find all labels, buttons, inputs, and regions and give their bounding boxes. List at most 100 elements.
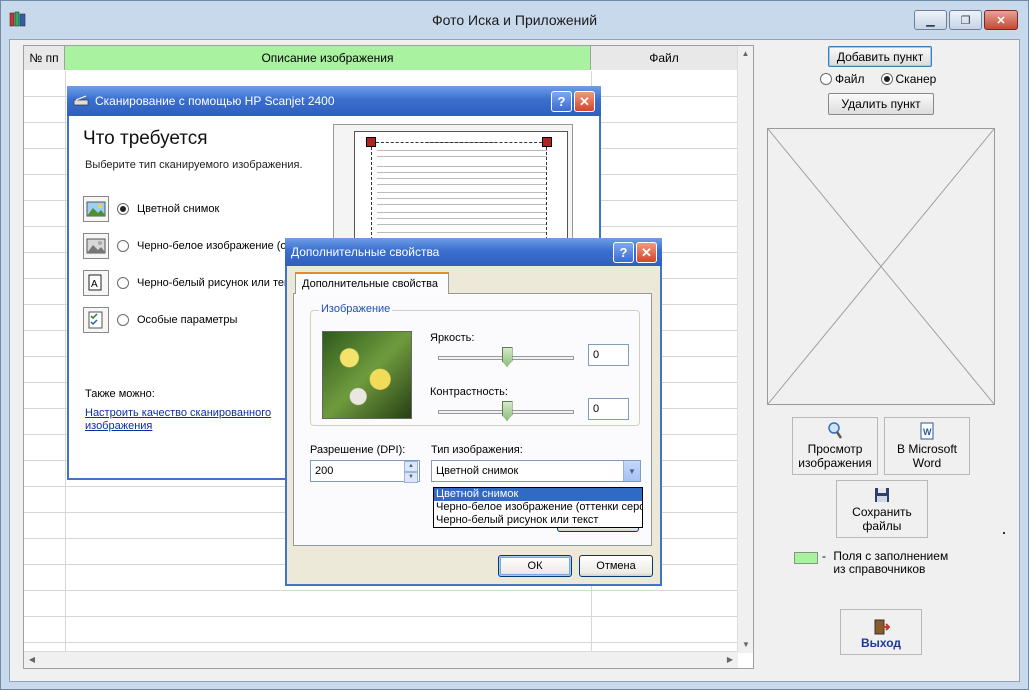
grayscale-photo-icon <box>83 233 109 259</box>
scroll-down-icon[interactable]: ▼ <box>738 637 753 653</box>
scan-help-button[interactable]: ? <box>551 91 572 112</box>
to-word-label: В Microsoft Word <box>896 442 957 470</box>
contrast-label: Контрастность: <box>430 386 508 398</box>
close-button[interactable]: ✕ <box>984 10 1018 30</box>
dpi-value: 200 <box>315 465 334 477</box>
custom-settings-icon <box>83 307 109 333</box>
radio-indicator <box>880 73 893 85</box>
scroll-left-icon[interactable]: ◀ <box>24 652 40 668</box>
scan-option-bw-text[interactable]: A Черно-белый рисунок или текст <box>83 270 299 296</box>
sample-photo <box>322 331 412 419</box>
close-icon: ✕ <box>996 14 1006 27</box>
image-type-label: Тип изображения: <box>431 444 523 456</box>
tab-advanced-properties[interactable]: Дополнительные свойства <box>295 272 449 294</box>
image-type-dropdown[interactable]: Цветной снимок Черно-белое изображение (… <box>433 487 643 528</box>
contrast-input[interactable]: 0 <box>588 398 629 420</box>
column-header-number[interactable]: № пп <box>24 46 65 70</box>
scan-option-label: Цветной снимок <box>137 203 220 215</box>
chevron-down-icon[interactable]: ▼ <box>623 461 640 481</box>
marker-dot <box>1003 532 1005 534</box>
radio-label: Файл <box>835 72 865 86</box>
brightness-input[interactable]: 0 <box>588 344 629 366</box>
delete-item-button[interactable]: Удалить пункт <box>828 93 934 115</box>
properties-close-button[interactable]: ✕ <box>636 242 657 263</box>
add-item-button[interactable]: Добавить пункт <box>828 46 932 67</box>
radio-indicator <box>117 203 129 215</box>
source-file-radio[interactable]: Файл <box>820 72 865 86</box>
advanced-properties-panel: Изображение Яркость: 0 Контрастность: 0 … <box>293 293 652 546</box>
dpi-label: Разрешение (DPI): <box>310 444 406 456</box>
vertical-scrollbar[interactable]: ▲ ▼ <box>737 46 753 653</box>
scan-option-color[interactable]: Цветной снимок <box>83 196 219 222</box>
source-scanner-radio[interactable]: Сканер <box>880 72 937 86</box>
spin-up-icon[interactable]: ▲ <box>404 461 418 472</box>
dropdown-option[interactable]: Черно-белый рисунок или текст <box>434 514 642 527</box>
brightness-slider[interactable] <box>438 347 574 367</box>
exit-button[interactable]: Выход <box>840 609 922 655</box>
column-divider <box>65 71 66 651</box>
scroll-up-icon[interactable]: ▲ <box>738 46 753 62</box>
scan-close-button[interactable]: ✕ <box>574 91 595 112</box>
maximize-button[interactable]: ❐ <box>949 10 982 30</box>
minimize-icon: ▁ <box>926 14 935 27</box>
help-icon: ? <box>619 245 628 260</box>
selection-handle[interactable] <box>366 137 376 147</box>
exit-label: Выход <box>860 636 902 650</box>
floppy-disk-icon <box>875 488 889 502</box>
scan-option-custom[interactable]: Особые параметры <box>83 307 237 333</box>
radio-label: Сканер <box>895 72 937 86</box>
svg-text:A: A <box>91 279 98 290</box>
scan-subheading: Выберите тип сканируемого изображения. <box>85 159 303 171</box>
radio-indicator <box>117 277 129 289</box>
scan-option-label: Черно-белый рисунок или текст <box>137 277 300 289</box>
save-files-label: Сохранить файлы <box>852 505 912 533</box>
dropdown-option[interactable]: Цветной снимок <box>434 488 642 501</box>
restore-icon: ❐ <box>960 14 971 27</box>
properties-titlebar: Дополнительные свойства <box>285 238 662 266</box>
close-icon: ✕ <box>579 93 590 109</box>
grid-header: № пп Описание изображения Файл <box>24 46 738 70</box>
radio-indicator <box>117 314 129 326</box>
view-image-button[interactable]: Просмотр изображения <box>792 417 878 475</box>
title-bar: Фото Иска и Приложений ▁ ❐ ✕ <box>1 1 1028 39</box>
image-type-value: Цветной снимок <box>436 465 519 477</box>
scan-option-label: Особые параметры <box>137 314 238 326</box>
contrast-slider[interactable] <box>438 401 574 421</box>
properties-title: Дополнительные свойства <box>291 245 440 259</box>
cancel-button[interactable]: Отмена <box>579 555 653 577</box>
image-group-label: Изображение <box>319 303 393 315</box>
close-icon: ✕ <box>641 244 652 260</box>
dropdown-option[interactable]: Черно-белое изображение (оттенки серого) <box>434 501 642 514</box>
contrast-thumb[interactable] <box>501 401 513 421</box>
minimize-button[interactable]: ▁ <box>914 10 947 30</box>
spin-down-icon[interactable]: ▼ <box>404 472 418 483</box>
selection-handle[interactable] <box>542 137 552 147</box>
image-preview-placeholder <box>767 128 995 405</box>
svg-text:W: W <box>923 427 932 437</box>
legend-text: Поля с заполнением из справочников <box>833 549 949 576</box>
advanced-properties-dialog: Дополнительные свойства ? ✕ Дополнительн… <box>285 238 662 586</box>
ok-button[interactable]: ОК <box>498 555 572 577</box>
dpi-spinner[interactable]: ▲ ▼ <box>404 461 418 483</box>
save-files-button[interactable]: Сохранить файлы <box>836 480 928 538</box>
image-type-select[interactable]: Цветной снимок <box>431 460 641 482</box>
properties-help-button[interactable]: ? <box>613 242 634 263</box>
legend-swatch <box>794 552 818 564</box>
scan-dialog-titlebar: Сканирование с помощью HP Scanjet 2400 <box>67 86 601 116</box>
scanner-icon <box>73 95 89 106</box>
scroll-right-icon[interactable]: ▶ <box>722 652 738 668</box>
radio-indicator <box>117 240 129 252</box>
word-document-icon: W <box>920 422 934 440</box>
empty-image-icon <box>767 128 995 405</box>
brightness-thumb[interactable] <box>501 347 513 367</box>
bw-drawing-icon: A <box>83 270 109 296</box>
to-word-button[interactable]: W В Microsoft Word <box>884 417 970 475</box>
view-image-label: Просмотр изображения <box>798 442 872 470</box>
column-header-file[interactable]: Файл <box>591 46 738 70</box>
column-header-description[interactable]: Описание изображения <box>65 46 591 70</box>
exit-door-icon <box>874 619 890 635</box>
color-photo-icon <box>83 196 109 222</box>
adjust-quality-link[interactable]: Настроить качество сканированного изобра… <box>85 407 295 433</box>
scan-dialog-title: Сканирование с помощью HP Scanjet 2400 <box>95 94 335 108</box>
horizontal-scrollbar[interactable]: ◀ ▶ <box>24 651 738 668</box>
